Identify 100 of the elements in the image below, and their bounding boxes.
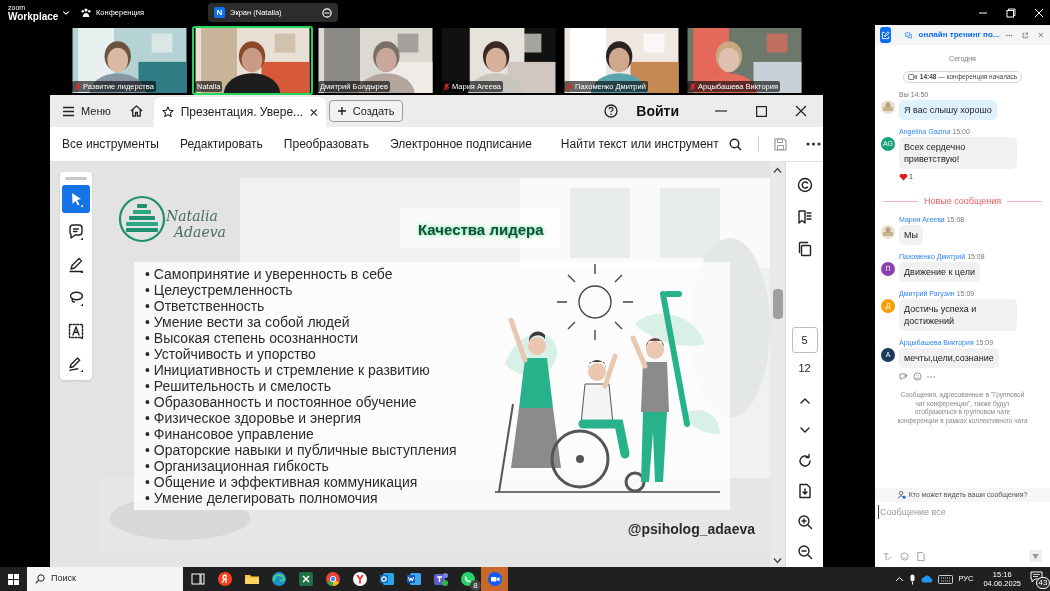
chat-icon	[905, 30, 913, 40]
list-item: • Ответственность	[145, 298, 265, 314]
people-icon	[897, 491, 906, 499]
compose-button[interactable]	[880, 27, 892, 43]
tool-menu-button[interactable]: Все инструменты	[62, 135, 159, 153]
chrome-app-icon	[324, 571, 341, 587]
word-app-icon	[405, 571, 422, 587]
video-camera-icon	[907, 74, 917, 80]
send-button[interactable]	[1029, 550, 1042, 562]
copyright-icon[interactable]	[796, 177, 813, 193]
logo-text: Natalia	[166, 208, 219, 224]
message-bubble: Достичь успеха и достижений	[899, 299, 1017, 331]
list-item: • Целеустремленность	[145, 282, 294, 298]
rotate-icon[interactable]	[796, 453, 813, 469]
search-placeholder: Поиск	[51, 572, 76, 586]
user-badge: N	[214, 7, 225, 18]
list-item: • Инициативность и стремление к развитию	[145, 362, 431, 378]
edge-app-icon	[270, 571, 287, 587]
microphone-icon[interactable]	[909, 573, 917, 585]
tool-menu-button[interactable]: Электронное подписание	[390, 135, 532, 153]
textbox-tool-icon	[67, 322, 85, 340]
list-item: • Решительность и смелость	[145, 378, 332, 394]
search-icon	[35, 574, 45, 584]
document-tab[interactable]: Презентация. Увере...	[153, 97, 326, 127]
taskview-app-icon	[189, 571, 206, 587]
tab-title: Презентация. Увере...	[180, 104, 304, 121]
menu-button[interactable]: Меню	[56, 99, 117, 123]
sign-tool-icon	[67, 355, 85, 373]
list-item: • Высокая степень осознанности	[145, 330, 360, 346]
save-icon[interactable]	[773, 137, 787, 151]
restore-icon[interactable]	[1006, 7, 1016, 18]
copy-pages-icon[interactable]	[796, 241, 813, 257]
list-item: • Самопринятие и уверенность в себе	[145, 266, 394, 282]
chevron-down-icon[interactable]	[62, 8, 70, 17]
comment-tool-icon	[67, 223, 85, 241]
page-count: 12	[798, 361, 811, 375]
reply-icon[interactable]	[899, 372, 908, 381]
notification-count: 43	[1036, 577, 1050, 589]
taskbar-app-button[interactable]: 8	[454, 567, 481, 591]
windows-start-icon[interactable]	[8, 573, 19, 585]
message-bubble: Я вас слышу хорошо	[899, 100, 997, 120]
scroll-up-icon[interactable]	[773, 167, 782, 174]
scrollbar-thumb[interactable]	[772, 289, 783, 319]
taskbar-search-field[interactable]: Поиск	[27, 567, 183, 591]
zoom-app-icon	[486, 571, 503, 587]
cloud-icon[interactable]	[921, 575, 934, 583]
heart-icon	[899, 173, 908, 182]
handle-text: @psiholog_adaeva	[627, 520, 755, 539]
brand-name: Workplace	[8, 10, 60, 22]
yandex-app-icon	[216, 571, 233, 587]
emoji-icon[interactable]	[913, 372, 922, 381]
slide-title: Качества лидера	[418, 220, 544, 240]
tool-search-button[interactable]: Найти текст или инструмент	[560, 135, 742, 153]
message-bubble: Всех сердечно приветствую!	[899, 137, 1017, 169]
scroll-down-icon[interactable]	[773, 557, 782, 564]
page-number-field[interactable]: 5	[791, 327, 818, 353]
logo-icon	[118, 194, 166, 244]
bookmark-list-icon[interactable]	[796, 209, 813, 225]
list-item: • Умение вести за собой людей	[145, 314, 351, 330]
ybrowser-app-icon	[351, 571, 368, 587]
tool-menu-button[interactable]: Редактировать	[179, 135, 263, 153]
edit-icon	[881, 30, 891, 40]
close-icon[interactable]	[795, 105, 807, 117]
list-item: • Физическое здоровье и энергия	[145, 410, 363, 426]
tool-menu-button[interactable]: Преобразовать	[283, 135, 369, 153]
send-icon	[1032, 552, 1039, 560]
zoom-in-icon[interactable]	[796, 514, 813, 530]
draw-tool-icon	[67, 256, 85, 274]
star-icon[interactable]	[161, 105, 174, 119]
menu-icon	[62, 105, 75, 117]
chat-title: онлайн тренинг по...	[918, 29, 1000, 41]
message-bubble: Мы	[899, 225, 923, 245]
zoom-out-icon[interactable]	[796, 544, 813, 560]
outlook-app-icon	[378, 571, 395, 587]
search-icon	[728, 137, 742, 151]
whatsapp-app-icon	[459, 571, 476, 587]
close-icon[interactable]	[310, 107, 318, 117]
maximize-icon[interactable]	[756, 105, 767, 117]
logo-text: Adaeva	[174, 224, 226, 240]
chevron-up-icon[interactable]	[895, 576, 905, 582]
file-download-icon[interactable]	[796, 483, 813, 499]
message-bubble: Движение к цели	[899, 262, 980, 282]
sign-in-button[interactable]: Войти	[636, 100, 679, 122]
lasso-tool-icon	[67, 289, 85, 307]
notification-badge: 8	[470, 580, 481, 591]
message-bubble: мечты,цели,сознание	[899, 348, 999, 368]
list-item: • Общение и эффективная коммуникация	[145, 474, 419, 490]
list-item: • Организационная гибкость	[145, 458, 330, 474]
list-item: • Образованность и постоянное обучение	[145, 394, 418, 410]
home-icon[interactable]	[128, 104, 144, 118]
create-button[interactable]: Создать	[328, 100, 403, 122]
people-icon	[81, 8, 91, 17]
teams-app-icon	[432, 571, 449, 587]
more-icon[interactable]	[805, 142, 821, 146]
help-icon[interactable]	[604, 104, 619, 118]
minus-circle-icon[interactable]	[322, 7, 332, 18]
new-messages-divider: Новые сообщения	[923, 194, 1002, 208]
pop-out-icon[interactable]	[1021, 30, 1029, 40]
message-input[interactable]: Сообщение все	[878, 505, 1047, 519]
keyboard-icon[interactable]	[938, 574, 954, 584]
